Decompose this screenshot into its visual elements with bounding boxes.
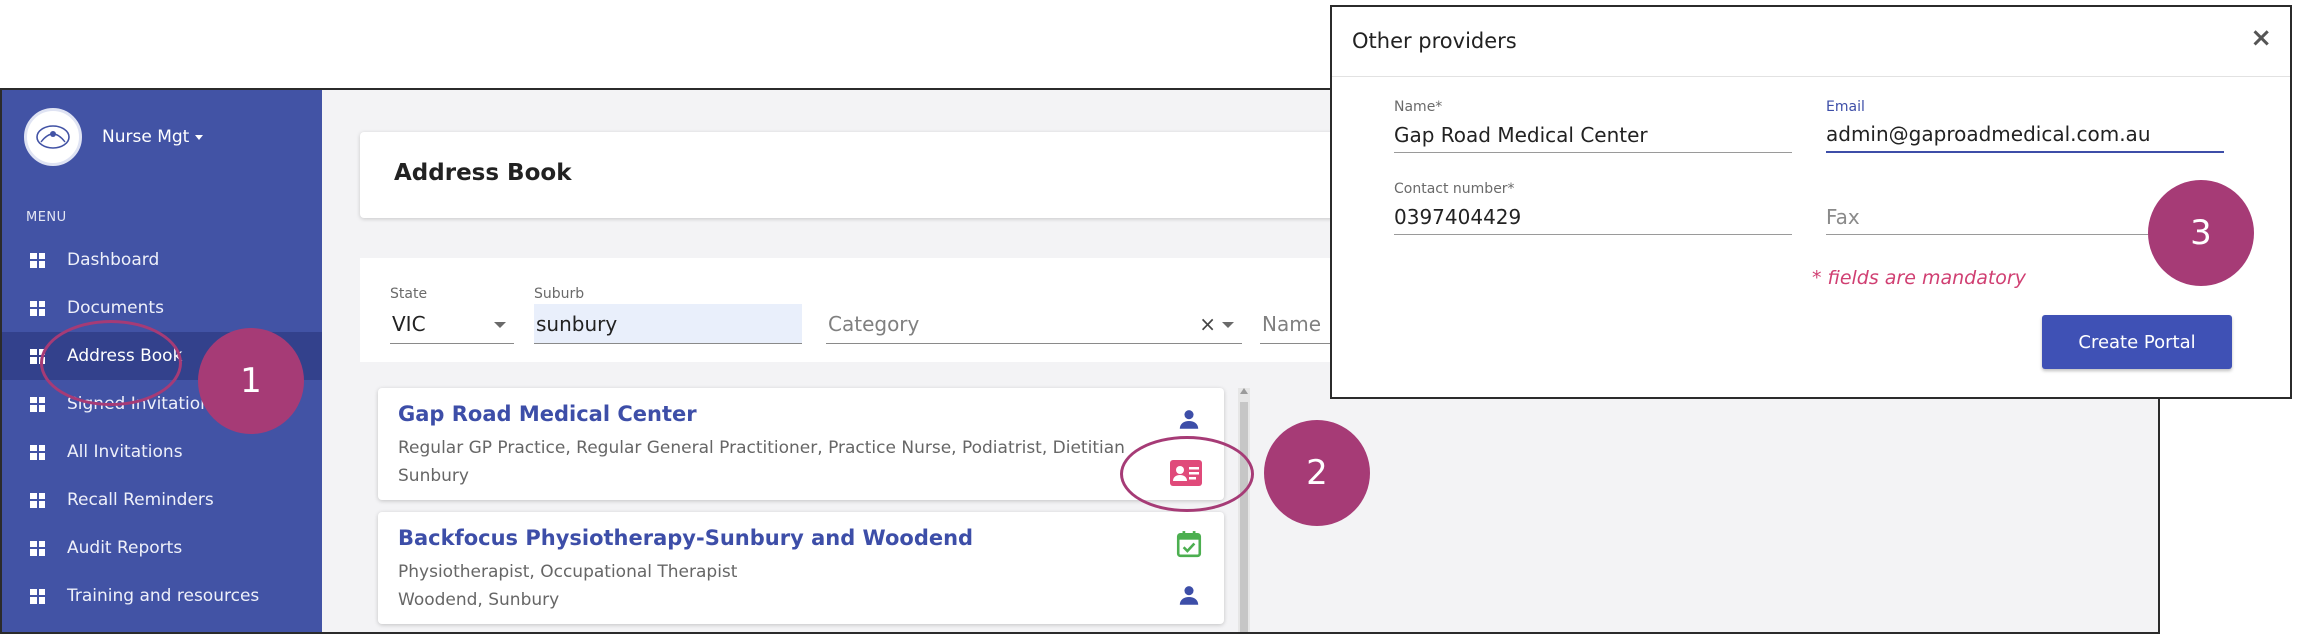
dialog-title: Other providers	[1352, 29, 1517, 53]
name-input[interactable]: Gap Road Medical Center	[1394, 117, 1792, 153]
state-select[interactable]: State VIC	[390, 286, 514, 344]
other-providers-dialog: Other providers × Name* Gap Road Medical…	[1330, 5, 2292, 399]
provider-location: Woodend, Sunbury	[398, 590, 560, 610]
suburb-label: Suburb	[534, 286, 585, 302]
close-icon[interactable]: ×	[2250, 23, 2272, 53]
screenshot-root: Nurse Mgt MENU Dashboard Documents Addre…	[0, 0, 2302, 644]
email-input[interactable]: admin@gaproadmedical.com.au	[1826, 117, 2224, 153]
person-icon[interactable]	[1176, 406, 1202, 436]
highlight-ring	[40, 320, 182, 406]
highlight-ring	[1120, 436, 1254, 512]
sidebar-item-label: Audit Reports	[67, 538, 183, 558]
provider-card[interactable]: Gap Road Medical Center Regular GP Pract…	[378, 388, 1224, 500]
state-value[interactable]: VIC	[390, 304, 514, 344]
name-label: Name*	[1394, 99, 1443, 115]
name-filter-placeholder: Name	[1262, 311, 1322, 336]
page-title: Address Book	[394, 160, 572, 186]
contact-number-label: Contact number*	[1394, 181, 1515, 197]
caret-down-icon	[195, 134, 204, 140]
suburb-value-text: sunbury	[536, 311, 618, 336]
provider-categories: Regular GP Practice, Regular General Pra…	[398, 438, 1125, 458]
sidebar-item-all-invitations[interactable]: All Invitations	[2, 428, 322, 476]
sidebar-item-training[interactable]: Training and resources	[2, 572, 322, 620]
state-label: State	[390, 286, 428, 302]
results-scrollbar[interactable]	[1238, 388, 1250, 632]
sidebar-item-audit-reports[interactable]: Audit Reports	[2, 524, 322, 572]
provider-name[interactable]: Backfocus Physiotherapy-Sunbury and Wood…	[398, 526, 973, 550]
provider-location: Sunbury	[398, 466, 469, 486]
brand-name-label: Nurse Mgt	[102, 127, 190, 147]
person-icon[interactable]	[1176, 582, 1202, 612]
scroll-up-icon[interactable]	[1240, 388, 1248, 394]
email-field[interactable]: Email admin@gaproadmedical.com.au	[1826, 99, 2224, 153]
dashboard-icon	[30, 252, 45, 268]
callout-1: 1	[198, 328, 304, 434]
suburb-input[interactable]: sunbury	[534, 304, 802, 344]
sidebar-item-label: Recall Reminders	[67, 490, 214, 510]
dropdown-arrow-icon	[494, 322, 506, 328]
provider-categories: Physiotherapist, Occupational Therapist	[398, 562, 738, 582]
callout-3: 3	[2148, 180, 2254, 286]
sidebar-item-recall-reminders[interactable]: Recall Reminders	[2, 476, 322, 524]
results-list: Gap Road Medical Center Regular GP Pract…	[378, 388, 1250, 632]
category-select[interactable]: Category ×	[826, 286, 1242, 344]
calendar-check-icon[interactable]	[1176, 530, 1202, 562]
dashboard-icon	[30, 540, 45, 556]
category-placeholder: Category	[828, 311, 920, 336]
dropdown-arrow-icon	[1222, 322, 1234, 328]
dashboard-icon	[30, 444, 45, 460]
name-field[interactable]: Name* Gap Road Medical Center	[1394, 99, 1792, 153]
provider-name[interactable]: Gap Road Medical Center	[398, 402, 697, 426]
provider-card[interactable]: Backfocus Physiotherapy-Sunbury and Wood…	[378, 512, 1224, 624]
contact-number-input[interactable]: 0397404429	[1394, 199, 1792, 235]
state-value-text: VIC	[392, 311, 426, 336]
sidebar-item-label: Dashboard	[67, 250, 160, 270]
brand[interactable]: Nurse Mgt	[24, 108, 204, 166]
scroll-thumb[interactable]	[1240, 402, 1248, 632]
dashboard-icon	[30, 492, 45, 508]
sidebar-item-dashboard[interactable]: Dashboard	[2, 236, 322, 284]
sidebar-item-documents[interactable]: Documents	[2, 284, 322, 332]
sidebar-item-label: Training and resources	[67, 586, 260, 606]
menu-label: MENU	[26, 210, 67, 225]
category-input[interactable]: Category ×	[826, 304, 1242, 344]
practice-switcher[interactable]: Nurse Mgt	[102, 127, 204, 147]
sidebar-item-label: Documents	[67, 298, 164, 318]
sidebar-item-label: All Invitations	[67, 442, 183, 462]
contact-number-field[interactable]: Contact number* 0397404429	[1394, 181, 1792, 235]
suburb-field[interactable]: Suburb sunbury	[534, 286, 802, 344]
callout-2: 2	[1264, 420, 1370, 526]
nurse-logo-icon	[24, 108, 82, 166]
create-portal-button[interactable]: Create Portal	[2042, 315, 2232, 369]
clear-icon[interactable]: ×	[1199, 312, 1216, 336]
mandatory-note: * fields are mandatory	[1812, 267, 2026, 289]
dashboard-icon	[30, 588, 45, 604]
email-label: Email	[1826, 99, 1865, 115]
dashboard-icon	[30, 396, 45, 412]
dialog-header: Other providers ×	[1332, 7, 2290, 77]
dashboard-icon	[30, 300, 45, 316]
